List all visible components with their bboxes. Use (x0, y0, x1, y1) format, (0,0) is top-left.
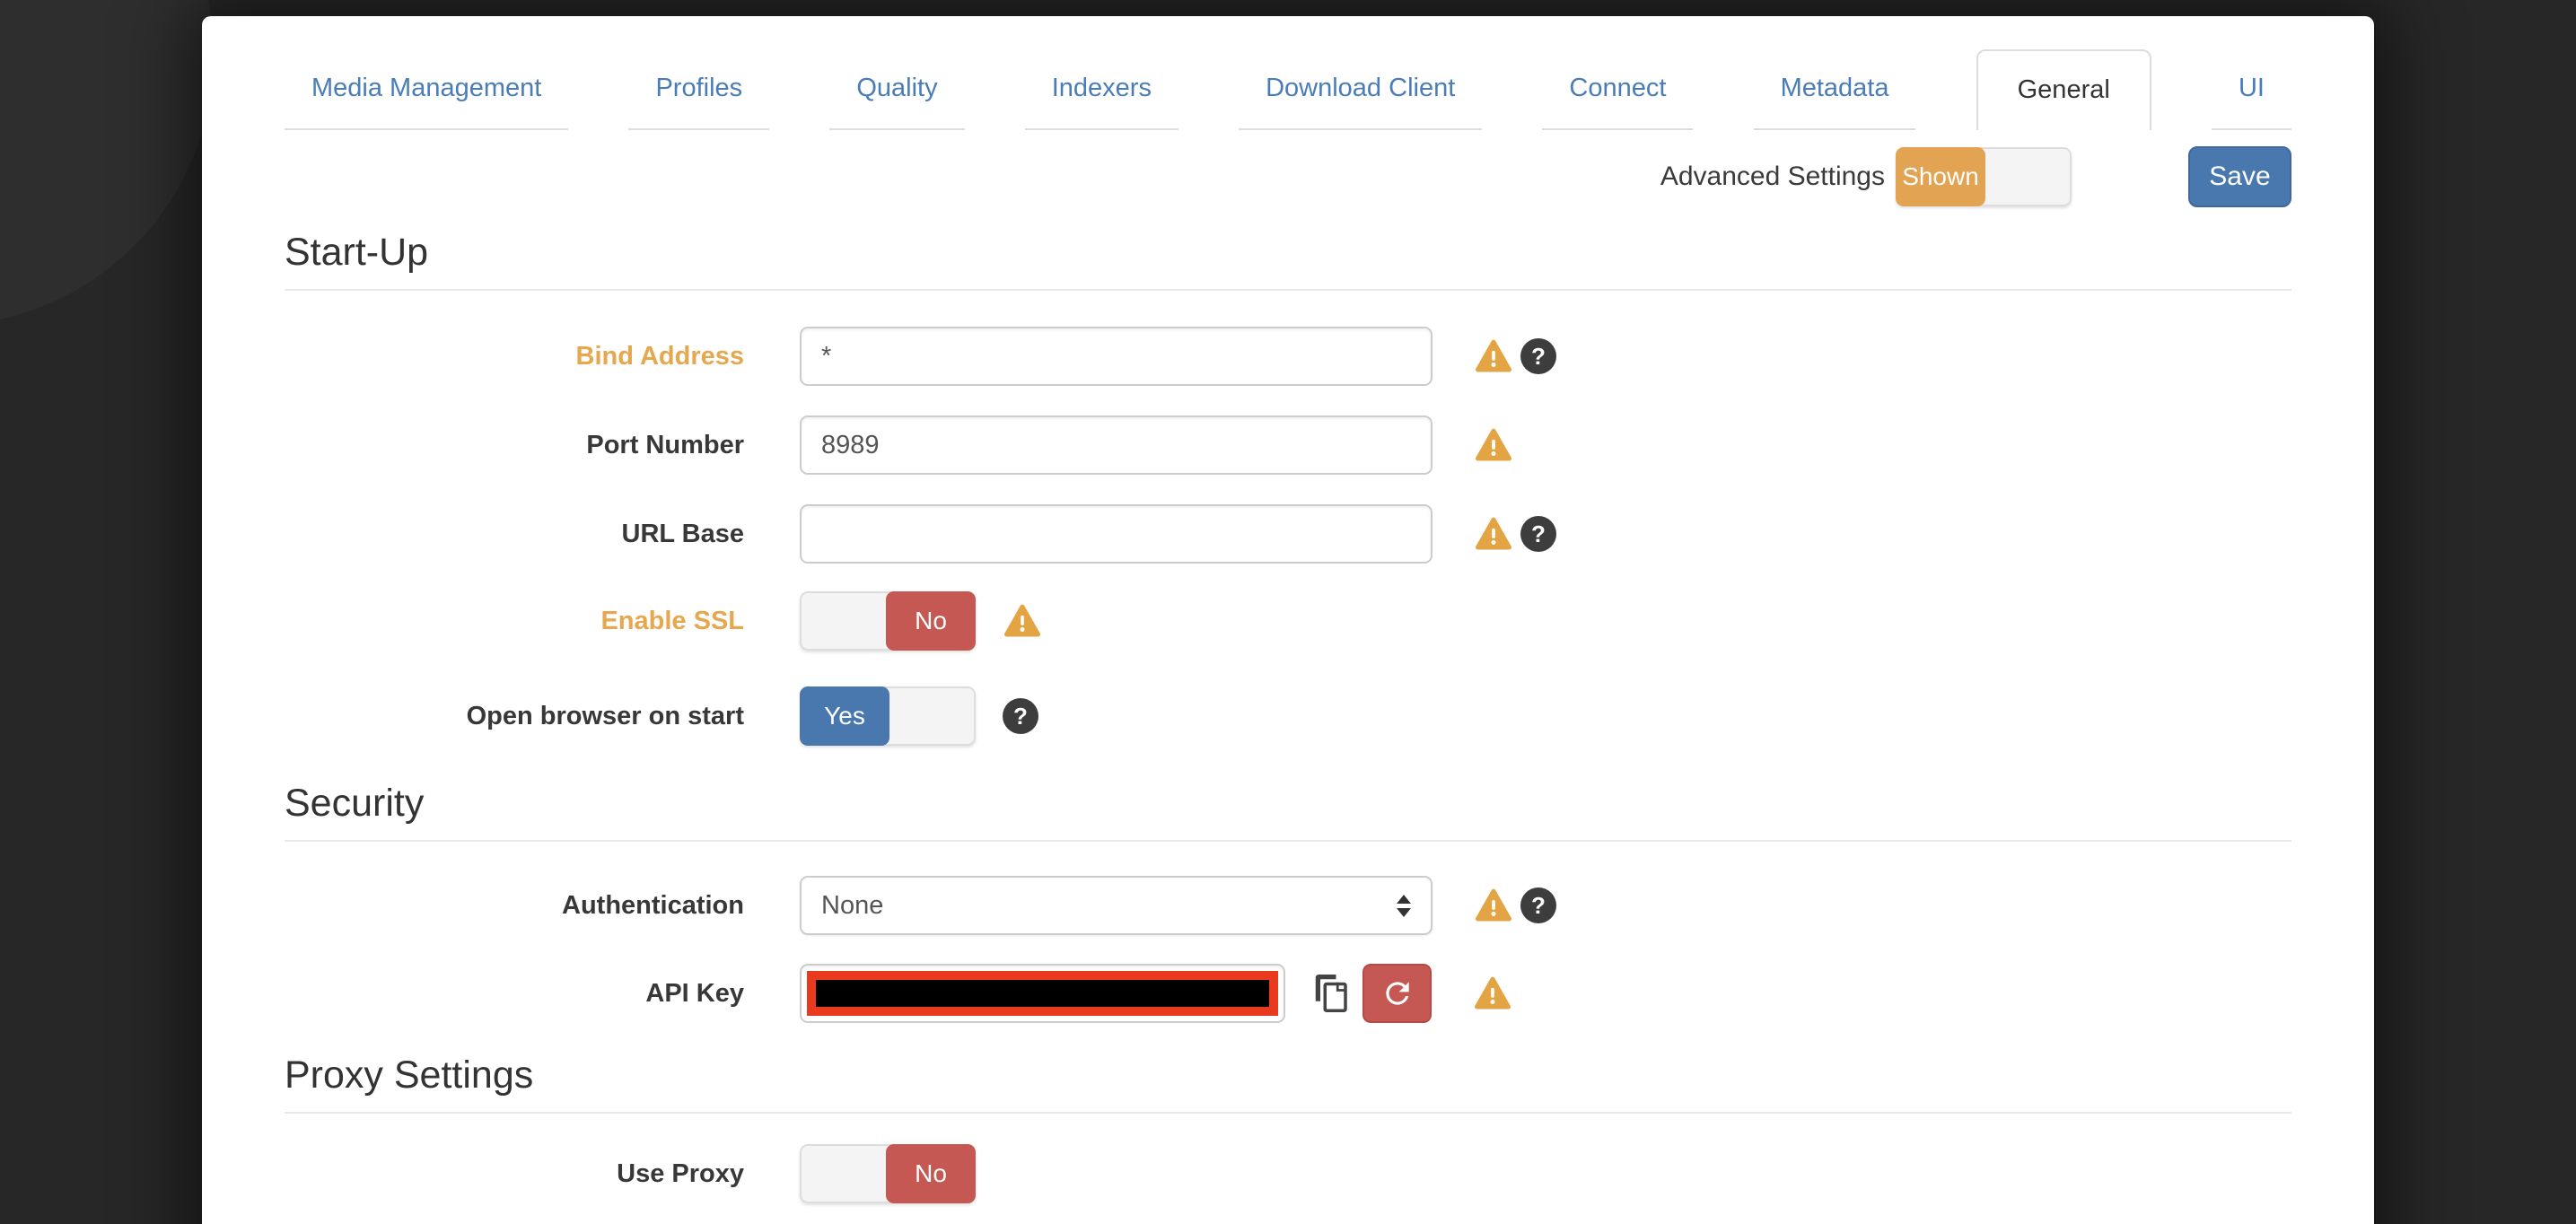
use-proxy-toggle[interactable]: No (800, 1144, 976, 1203)
section-title-security: Security (285, 782, 2291, 842)
warning-icon (1474, 338, 1513, 374)
open-browser-toggle-knob: Yes (800, 686, 889, 746)
bind-address-row: Bind Address ? (202, 327, 2374, 386)
save-button[interactable]: Save (2188, 146, 2291, 207)
warning-icon (1474, 427, 1513, 463)
open-browser-label: Open browser on start (285, 702, 744, 731)
enable-ssl-toggle[interactable]: No (800, 591, 976, 651)
settings-panel: Media Management Profiles Quality Indexe… (202, 16, 2374, 1224)
warning-icon (1003, 603, 1042, 639)
advanced-settings-toggle[interactable]: Shown (1896, 147, 2072, 206)
tab-indexers[interactable]: Indexers (1025, 49, 1178, 130)
warning-icon (1474, 516, 1513, 552)
advanced-settings-toggle-knob: Shown (1896, 147, 1985, 206)
tab-general[interactable]: General (1976, 49, 2151, 130)
refresh-icon (1380, 976, 1415, 1010)
open-browser-row: Open browser on start Yes ? (202, 686, 2374, 746)
api-key-row: API Key (202, 964, 2374, 1023)
enable-ssl-row: Enable SSL No (202, 591, 2374, 651)
authentication-select[interactable]: None (800, 876, 1433, 935)
help-icon[interactable]: ? (1520, 516, 1556, 552)
advanced-settings-label: Advanced Settings (1660, 162, 1885, 192)
tab-quality[interactable]: Quality (829, 49, 964, 130)
help-icon[interactable]: ? (1003, 698, 1038, 734)
background-circle-decoration (0, 0, 214, 326)
settings-toolbar: Advanced Settings Shown Save (285, 146, 2291, 207)
tab-download-client[interactable]: Download Client (1239, 49, 1482, 130)
warning-icon (1473, 975, 1512, 1011)
api-key-input[interactable] (800, 964, 1285, 1023)
url-base-row: URL Base ? (202, 504, 2374, 564)
warning-icon (1474, 887, 1513, 923)
bind-address-label: Bind Address (285, 342, 744, 372)
settings-tab-bar: Media Management Profiles Quality Indexe… (285, 49, 2291, 130)
port-number-label: Port Number (285, 431, 744, 460)
use-proxy-row: Use Proxy No (202, 1144, 2374, 1203)
url-base-input[interactable] (800, 504, 1433, 564)
port-number-input[interactable] (800, 415, 1433, 475)
open-browser-toggle[interactable]: Yes (800, 686, 976, 746)
api-key-label: API Key (285, 979, 744, 1009)
help-icon[interactable]: ? (1520, 338, 1556, 374)
enable-ssl-label: Enable SSL (285, 607, 744, 636)
section-title-proxy: Proxy Settings (285, 1054, 2291, 1114)
tab-profiles[interactable]: Profiles (628, 49, 769, 130)
tab-media-management[interactable]: Media Management (285, 49, 568, 130)
use-proxy-label: Use Proxy (285, 1159, 744, 1189)
authentication-row: Authentication None ? (202, 876, 2374, 935)
copy-icon[interactable] (1314, 973, 1352, 1014)
tab-ui[interactable]: UI (2212, 49, 2291, 130)
url-base-label: URL Base (285, 520, 744, 549)
use-proxy-toggle-knob: No (886, 1144, 976, 1203)
tab-connect[interactable]: Connect (1542, 49, 1693, 130)
authentication-label: Authentication (285, 891, 744, 921)
api-key-redaction-overlay (807, 971, 1278, 1016)
select-carets-icon (1397, 895, 1411, 917)
port-number-row: Port Number (202, 415, 2374, 475)
enable-ssl-toggle-knob: No (886, 591, 976, 651)
regenerate-api-key-button[interactable] (1362, 964, 1432, 1023)
tab-metadata[interactable]: Metadata (1754, 49, 1916, 130)
section-title-startup: Start-Up (285, 231, 2291, 291)
help-icon[interactable]: ? (1520, 887, 1556, 923)
bind-address-input[interactable] (800, 327, 1433, 386)
authentication-selected-value: None (821, 891, 883, 921)
